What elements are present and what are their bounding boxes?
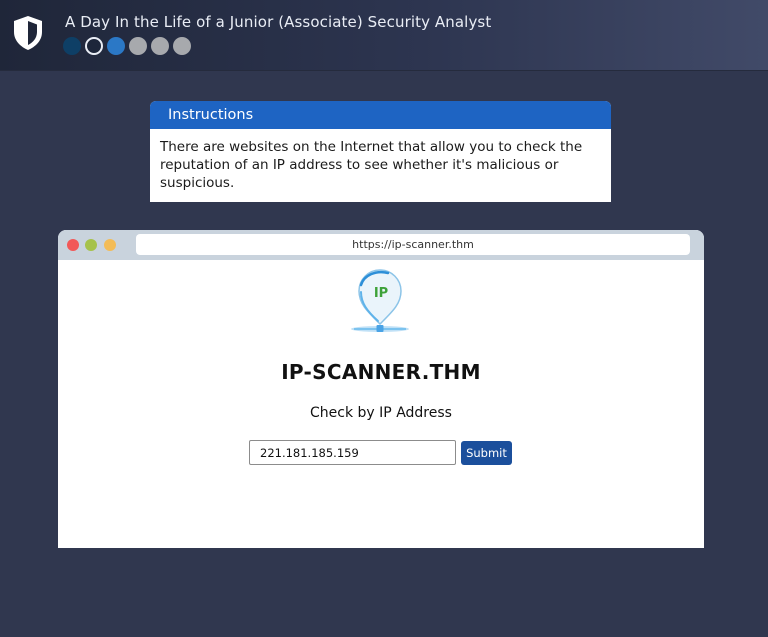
progress-steps — [63, 37, 191, 55]
instructions-panel: Instructions There are websites on the I… — [150, 101, 611, 202]
instructions-text: There are websites on the Internet that … — [160, 139, 583, 191]
form-subtitle: Check by IP Address — [310, 405, 452, 421]
minimize-window-dot[interactable] — [85, 239, 97, 251]
step-indicator-3[interactable] — [107, 37, 125, 55]
instructions-title: Instructions — [150, 101, 611, 129]
step-indicator-4[interactable] — [129, 37, 147, 55]
site-title: IP-SCANNER.THM — [281, 360, 481, 384]
ip-logo-text: IP — [374, 286, 388, 301]
ip-address-input[interactable] — [249, 440, 456, 465]
web-page: IP IP-SCANNER.THM Check by IP Address Su… — [58, 260, 704, 548]
maximize-window-dot[interactable] — [104, 239, 116, 251]
room-title: A Day In the Life of a Junior (Associate… — [65, 13, 492, 31]
address-bar[interactable]: https://ip-scanner.thm — [136, 234, 690, 255]
browser-window: https://ip-scanner.thm IP IP-SCANNER.THM… — [58, 230, 704, 548]
top-bar: A Day In the Life of a Junior (Associate… — [0, 0, 768, 71]
close-window-dot[interactable] — [67, 239, 79, 251]
step-indicator-5[interactable] — [151, 37, 169, 55]
step-indicator-6[interactable] — [173, 37, 191, 55]
browser-chrome: https://ip-scanner.thm — [58, 230, 704, 260]
shield-icon — [14, 16, 42, 50]
step-indicator-2[interactable] — [85, 37, 103, 55]
step-indicator-1[interactable] — [63, 37, 81, 55]
submit-button[interactable]: Submit — [461, 441, 512, 465]
ip-location-pin-icon: IP — [351, 269, 409, 332]
